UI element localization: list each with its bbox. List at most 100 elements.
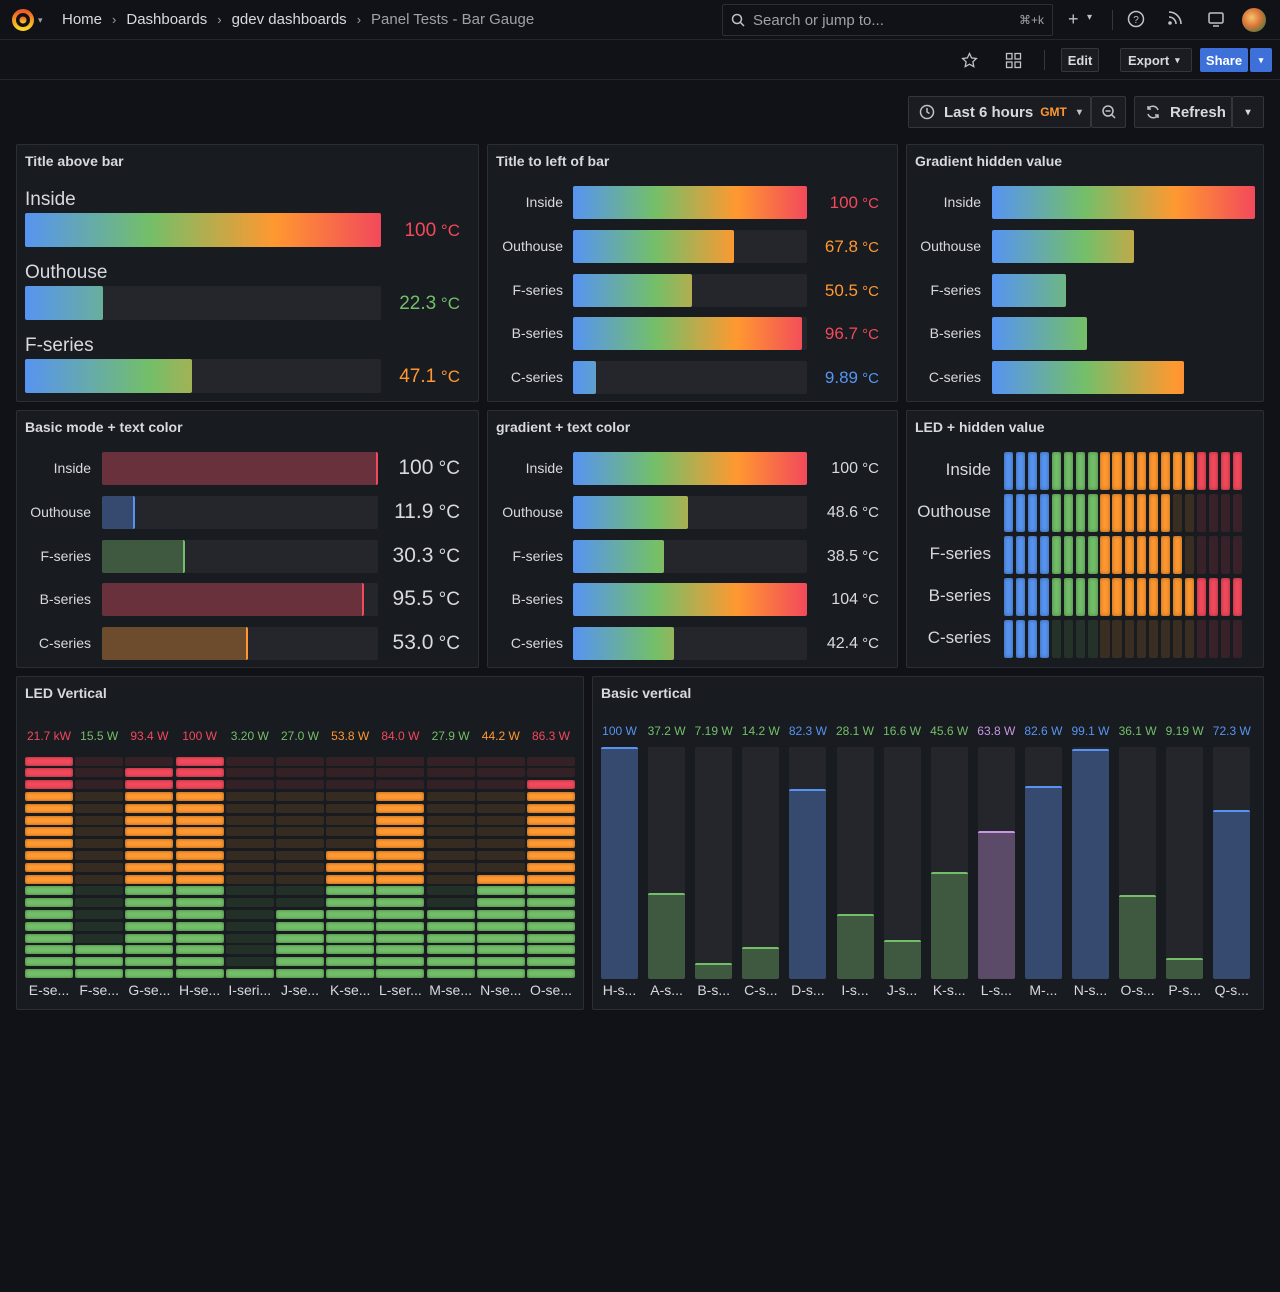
led-segment	[527, 768, 575, 778]
chevron-down-icon[interactable]: ▾	[1087, 12, 1092, 23]
led-segment	[125, 886, 174, 896]
led-segment	[1004, 620, 1014, 658]
led-segment	[1160, 494, 1170, 532]
dock-menu-icon[interactable]	[1207, 10, 1225, 28]
led-segment	[426, 886, 475, 896]
value-number: 100	[404, 220, 437, 241]
time-range-picker[interactable]: Last 6 hours GMT ▾	[908, 96, 1091, 128]
led-segment	[1112, 494, 1122, 532]
value-unit: °C	[433, 501, 460, 523]
plus-icon[interactable]: +	[1068, 9, 1079, 30]
value-unit: °C	[858, 591, 879, 609]
export-button[interactable]: Export ▾	[1120, 48, 1192, 72]
gauge-fill	[102, 539, 185, 573]
column-label: E-se...	[28, 982, 70, 998]
gauge-track	[102, 627, 378, 661]
panel-basic-vertical[interactable]: Basic vertical 100 W H-s... 37.2 W A-s... 7.1…	[592, 676, 1264, 1010]
breadcrumb-folder[interactable]: gdev dashboards	[232, 11, 347, 28]
panel-led-vertical[interactable]: LED Vertical 21.7 kW E-se... 15.5 W F-se... 9…	[16, 676, 584, 1010]
panel-title-above-bar[interactable]: Title above bar Inside 100 °C Outhouse 22.3 …	[16, 144, 479, 402]
gauge-fill	[573, 317, 803, 351]
refresh-button[interactable]: Refresh	[1134, 96, 1232, 128]
led-segment	[75, 768, 124, 778]
led-segment	[1208, 578, 1219, 616]
led-segment	[276, 768, 324, 778]
search-input[interactable]: Search or jump to... ⌘+k	[722, 4, 1053, 36]
grafana-logo-icon[interactable]: ▾	[10, 7, 46, 33]
led-segment	[125, 792, 174, 801]
led-segment	[125, 756, 174, 766]
breadcrumb-home[interactable]: Home	[62, 11, 102, 28]
led-segment	[426, 780, 475, 790]
led-segment	[1004, 578, 1014, 616]
led-segment	[175, 803, 224, 813]
panel-led-hidden-value[interactable]: LED + hidden value Inside Outhouse F-series…	[906, 410, 1264, 668]
edit-button[interactable]: Edit	[1061, 48, 1099, 72]
star-icon[interactable]	[961, 52, 978, 69]
led-segment	[75, 910, 124, 919]
led-segment	[25, 957, 73, 967]
chevron-right-icon: ›	[356, 12, 362, 27]
led-segment	[1160, 620, 1170, 658]
share-dropdown-chevron-icon[interactable]: ▾	[1250, 48, 1272, 72]
led-segment	[1100, 452, 1110, 490]
column-value: 36.1 W	[1118, 724, 1157, 738]
led-segment	[1112, 536, 1122, 574]
panel-basic-mode-text-color[interactable]: Basic mode + text color Inside 100 °C Outho…	[16, 410, 479, 668]
led-segment	[1124, 452, 1134, 490]
led-segment	[1028, 452, 1038, 490]
led-segment	[326, 910, 375, 919]
gauge-label: C-series	[510, 369, 563, 386]
add-panel-icon[interactable]	[1005, 52, 1022, 69]
column-label: H-s...	[602, 982, 637, 998]
led-segment	[426, 851, 475, 860]
led-segment	[175, 874, 224, 884]
panel-gradient-text-color[interactable]: gradient + text color Inside 100 °C Outhous…	[487, 410, 898, 668]
column-label: G-se...	[128, 982, 171, 998]
user-avatar[interactable]	[1242, 8, 1266, 32]
column-track	[977, 747, 1015, 979]
panel-title-left-of-bar[interactable]: Title to left of bar Inside 100 °C Outhouse…	[487, 144, 898, 402]
refresh-interval-chevron-icon[interactable]: ▾	[1232, 96, 1264, 128]
led-segment	[1184, 578, 1194, 616]
panel-gradient-hidden-value[interactable]: Gradient hidden value Inside Outhouse F-ser…	[906, 144, 1264, 402]
led-segment	[225, 898, 274, 908]
column-label: I-seri...	[228, 982, 272, 998]
led-segment	[1028, 620, 1038, 658]
led-segment	[175, 886, 224, 896]
column-track	[742, 747, 780, 979]
led-segment	[476, 957, 525, 967]
share-button[interactable]: Share	[1200, 48, 1248, 72]
chevron-right-icon: ›	[217, 12, 222, 27]
led-segment	[25, 827, 73, 837]
led-segment	[527, 874, 575, 884]
gauge-track	[573, 186, 807, 219]
column-label: I-s...	[841, 982, 869, 998]
led-segment	[326, 780, 375, 790]
value-number: 48.6	[826, 503, 858, 521]
led-segment	[527, 862, 575, 872]
gauge-track	[102, 583, 378, 617]
led-segment	[75, 945, 124, 955]
led-segment	[75, 851, 124, 860]
gauge-fill	[573, 583, 807, 617]
value-number: 53.0	[392, 631, 434, 655]
column-label: L-s...	[980, 982, 1012, 998]
led-segment	[125, 827, 174, 837]
column-value: 99.1 W	[1071, 724, 1110, 738]
rss-icon[interactable]	[1167, 10, 1183, 26]
led-segment	[476, 886, 525, 896]
refresh-icon	[1147, 105, 1159, 119]
gauge-label: C-series	[928, 369, 981, 386]
gauge-label: Outhouse	[920, 237, 981, 254]
breadcrumb-dashboards[interactable]: Dashboards	[126, 11, 207, 28]
led-segment	[225, 756, 274, 766]
led-segment	[225, 957, 274, 967]
led-segment	[25, 803, 73, 813]
led-segment	[1172, 452, 1182, 490]
zoom-out-button[interactable]	[1091, 96, 1126, 128]
led-segment	[376, 862, 425, 872]
column-fill	[601, 747, 638, 979]
column-fill	[1024, 786, 1062, 979]
help-icon[interactable]: ?	[1127, 10, 1145, 28]
